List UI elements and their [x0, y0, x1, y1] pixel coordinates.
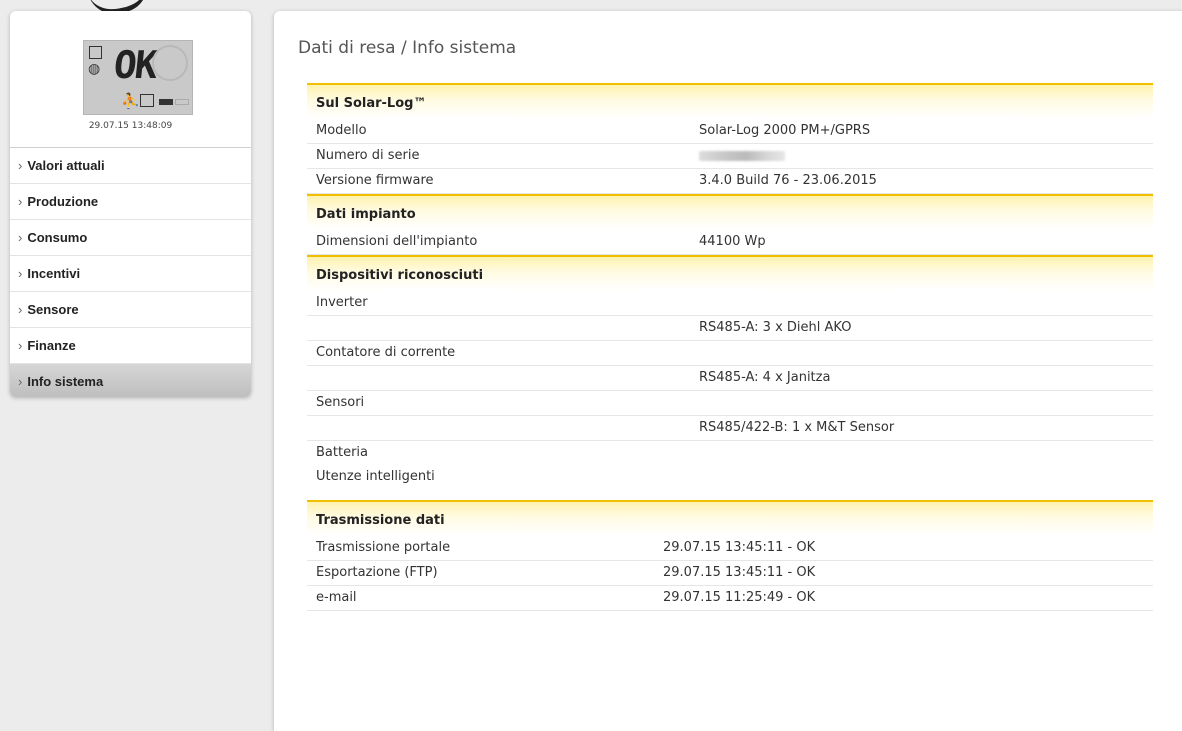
- table-row: Esportazione (FTP) 29.07.15 13:45:11 - O…: [307, 561, 1153, 586]
- row-label: Contatore di corrente: [316, 345, 456, 360]
- row-value: 29.07.15 13:45:11 - OK: [663, 565, 816, 580]
- lcd-timestamp: 29.07.15 13:48:09: [88, 121, 173, 131]
- row-label: Sensori: [316, 395, 365, 410]
- row-label: Inverter: [316, 295, 368, 310]
- meter-icon: [140, 94, 154, 107]
- row-label: Utenze intelligenti: [316, 469, 435, 484]
- section-header-impianto: Dati impianto: [307, 194, 1153, 230]
- row-value: 29.07.15 13:45:11 - OK: [663, 540, 816, 555]
- chevron-right-icon: ›: [18, 158, 23, 173]
- chevron-right-icon: ›: [18, 374, 23, 389]
- chevron-right-icon: ›: [18, 266, 23, 281]
- row-value: Solar-Log 2000 PM+/GPRS: [699, 123, 871, 138]
- table-row: RS485-A: 3 x Diehl AKO: [307, 316, 1153, 341]
- table-row: Inverter: [307, 291, 1153, 316]
- sidebar-item-label: Sensore: [27, 302, 79, 317]
- battery-outline-icon: [175, 99, 189, 105]
- chevron-right-icon: ›: [18, 194, 23, 209]
- row-value: RS485-A: 4 x Janitza: [699, 370, 831, 385]
- section-header-solarlog: Sul Solar-Log™: [307, 83, 1153, 119]
- lcd-status-text: OK: [111, 43, 159, 87]
- row-label: Esportazione (FTP): [316, 565, 438, 580]
- table-row: Modello Solar-Log 2000 PM+/GPRS: [307, 119, 1153, 144]
- row-label: Modello: [316, 123, 367, 138]
- sidebar-item-valori-attuali[interactable]: › Valori attuali: [10, 148, 251, 184]
- sidebar-item-label: Finanze: [27, 338, 76, 353]
- chevron-right-icon: ›: [18, 338, 23, 353]
- row-value: 44100 Wp: [699, 234, 766, 249]
- lcd-display[interactable]: ◍ OK ⛹: [83, 40, 193, 115]
- row-value: RS485/422-B: 1 x M&T Sensor: [699, 420, 895, 435]
- row-value: 3.4.0 Build 76 - 23.06.2015: [699, 173, 877, 188]
- table-row: Numero di serie: [307, 144, 1153, 169]
- sidebar-item-label: Produzione: [27, 194, 99, 209]
- section-header-trasmissione: Trasmissione dati: [307, 500, 1153, 536]
- chart-box-icon: [89, 46, 102, 59]
- blurred-value: [699, 150, 785, 161]
- sidebar-item-label: Consumo: [27, 230, 88, 245]
- row-value: 29.07.15 11:25:49 - OK: [663, 590, 816, 605]
- table-row: RS485/422-B: 1 x M&T Sensor: [307, 416, 1153, 441]
- table-row: Dimensioni dell'impianto 44100 Wp: [307, 230, 1153, 255]
- row-label: Dimensioni dell'impianto: [316, 234, 478, 249]
- sidebar-nav: › Valori attuali › Produzione › Consumo › In…: [10, 148, 251, 397]
- sidebar-item-consumo[interactable]: › Consumo: [10, 220, 251, 256]
- section-header-dispositivi: Dispositivi riconosciuti: [307, 255, 1153, 291]
- person-icon: ⛹: [121, 92, 140, 110]
- main-panel: Dati di resa / Info sistema Sul Solar-Lo…: [274, 11, 1182, 731]
- table-row: e-mail 29.07.15 11:25:49 - OK: [307, 586, 1153, 611]
- chevron-right-icon: ›: [18, 302, 23, 317]
- table-row: Utenze intelligenti: [307, 465, 1153, 489]
- battery-icon: [159, 99, 173, 105]
- lcd-ghost-circle: [152, 45, 188, 81]
- sidebar-item-label: Incentivi: [27, 266, 81, 281]
- row-label: Numero di serie: [316, 148, 420, 163]
- sidebar-item-info-sistema[interactable]: › Info sistema: [10, 364, 251, 397]
- row-label: Batteria: [316, 445, 368, 460]
- table-row: Contatore di corrente: [307, 341, 1153, 366]
- table-row: Versione firmware 3.4.0 Build 76 - 23.06…: [307, 169, 1153, 194]
- row-label: Trasmissione portale: [316, 540, 451, 555]
- row-value: RS485-A: 3 x Diehl AKO: [699, 320, 852, 335]
- page-title: Dati di resa / Info sistema: [298, 38, 517, 58]
- table-row: RS485-A: 4 x Janitza: [307, 366, 1153, 391]
- table-row: Trasmissione portale 29.07.15 13:45:11 -…: [307, 536, 1153, 561]
- row-label: Versione firmware: [316, 173, 434, 188]
- sidebar: ◍ OK ⛹ 29.07.15 13:48:09 › Valori attuali…: [10, 11, 251, 397]
- sidebar-item-label: Info sistema: [27, 374, 104, 389]
- serial-number-redacted: [699, 144, 785, 168]
- sidebar-item-incentivi[interactable]: › Incentivi: [10, 256, 251, 292]
- table-row: Sensori: [307, 391, 1153, 416]
- row-label: e-mail: [316, 590, 357, 605]
- table-row: Batteria: [307, 441, 1153, 465]
- sidebar-item-label: Valori attuali: [27, 158, 105, 173]
- sidebar-item-produzione[interactable]: › Produzione: [10, 184, 251, 220]
- sidebar-item-sensore[interactable]: › Sensore: [10, 292, 251, 328]
- lcd-display-panel: ◍ OK ⛹ 29.07.15 13:48:09: [10, 11, 251, 148]
- chevron-right-icon: ›: [18, 230, 23, 245]
- info-table: Sul Solar-Log™ Modello Solar-Log 2000 PM…: [307, 83, 1153, 611]
- globe-icon: ◍: [88, 61, 101, 77]
- sidebar-item-finanze[interactable]: › Finanze: [10, 328, 251, 364]
